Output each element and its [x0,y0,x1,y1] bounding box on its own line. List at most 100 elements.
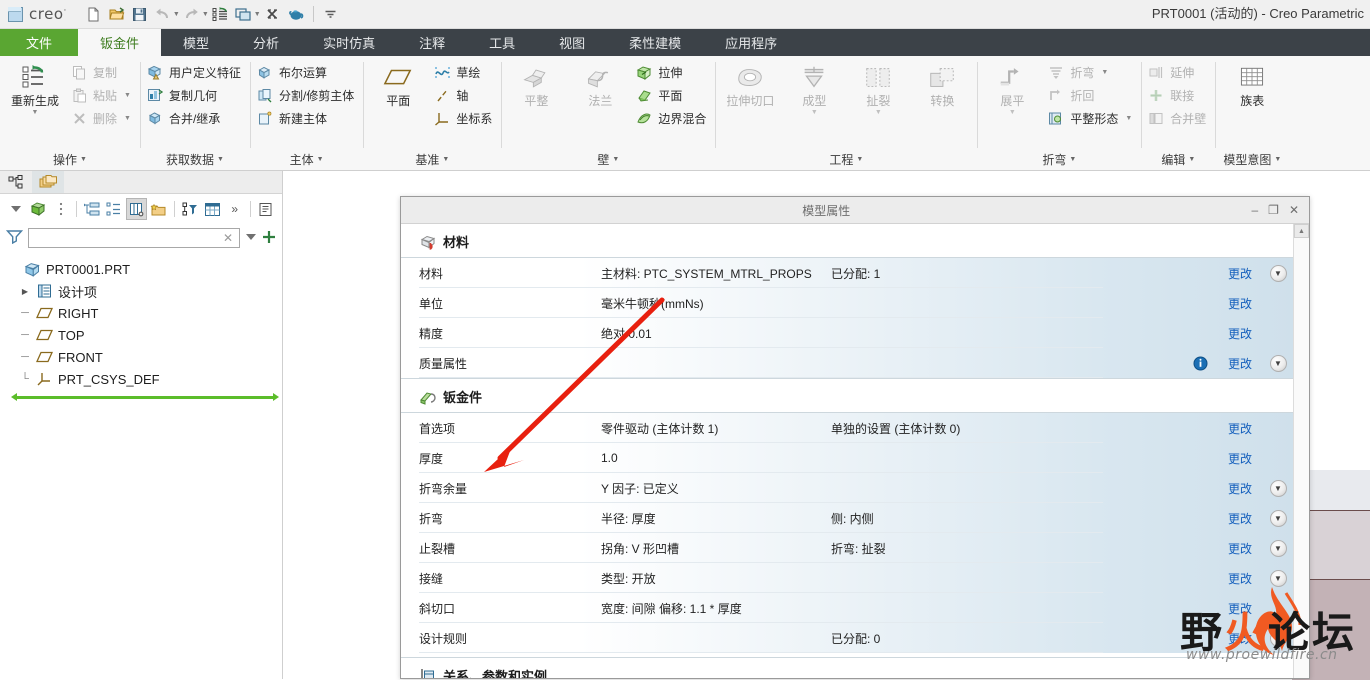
minimize-button[interactable]: – [1251,204,1258,216]
change-link[interactable]: 更改 [1217,480,1263,497]
collapse-tree-icon[interactable] [104,198,124,220]
undo-icon[interactable] [152,3,174,25]
close-window-icon[interactable] [262,3,284,25]
chevron-down-icon[interactable]: ▼ [1274,150,1281,170]
regenerate-dropdown-icon[interactable]: ▼ [32,109,39,116]
change-link[interactable]: 更改 [1217,630,1263,647]
copy-geometry-button[interactable]: 复制几何 [144,85,246,105]
model-tree-tab[interactable] [0,171,32,193]
ribbon-group-operations-label[interactable]: 操作 ▼ [4,150,136,170]
change-link[interactable]: 更改 [1217,540,1263,557]
tree-columns-icon[interactable] [126,198,147,220]
tree-item-design-items[interactable]: ▶ 设计项 [8,280,282,302]
ribbon-group-edit-label[interactable]: 编辑 ▼ [1145,150,1211,170]
show-body-icon[interactable] [28,198,48,220]
expand-row-button[interactable]: ▼ [1263,264,1293,282]
customize-icon[interactable] [320,3,342,25]
tab-sheetmetal[interactable]: 钣金件 [78,29,162,56]
extrude-button[interactable]: 拉伸 [633,62,711,82]
change-link[interactable]: 更改 [1217,510,1263,527]
boolean-button[interactable]: 布尔运算 [254,62,359,82]
ribbon-group-wall-label[interactable]: 壁 ▼ [505,150,711,170]
change-link[interactable]: 更改 [1217,325,1263,342]
datum-plane-button[interactable]: 平面 [367,61,429,108]
tree-item-right[interactable]: ─ RIGHT [8,302,282,324]
csys-button[interactable]: 坐标系 [431,108,497,128]
ribbon-group-engineering-label[interactable]: 工程 ▼ [719,150,973,170]
ribbon-group-bend-label[interactable]: 折弯 ▼ [981,150,1137,170]
chevron-down-icon[interactable]: ▼ [217,150,224,170]
chevron-down-icon[interactable]: ▼ [1188,150,1195,170]
clear-search-icon[interactable]: ✕ [221,231,235,245]
tree-item-csys[interactable]: └ PRT_CSYS_DEF [8,368,282,390]
flat-button[interactable]: 平面 [633,85,711,105]
redo-icon[interactable] [181,3,203,25]
chevron-down-icon[interactable]: ▼ [317,150,324,170]
chevron-down-icon[interactable]: ▼ [1269,509,1287,527]
window-dropdown-icon[interactable]: ▼ [254,11,261,18]
chevron-down-icon[interactable]: ▼ [856,150,863,170]
open-icon[interactable] [106,3,128,25]
tree-more-icon[interactable] [51,198,71,220]
tab-flexible-modeling[interactable]: 柔性建模 [607,29,703,56]
ribbon-group-get-data-label[interactable]: 获取数据 ▼ [144,150,246,170]
chevron-down-icon[interactable]: ▼ [442,150,449,170]
tab-view[interactable]: 视图 [537,29,607,56]
tree-expander[interactable]: ▶ [20,287,30,296]
redo-dropdown-icon[interactable]: ▼ [202,11,209,18]
change-link[interactable]: 更改 [1217,355,1263,372]
tab-applications[interactable]: 应用程序 [703,29,799,56]
chevron-down-icon[interactable]: ▼ [1269,479,1287,497]
insert-here-bar[interactable] [11,393,279,401]
axis-button[interactable]: 轴 [431,85,497,105]
ribbon-group-body-label[interactable]: 主体 ▼ [254,150,359,170]
scroll-up-button[interactable]: ▲ [1294,224,1309,238]
close-button[interactable]: ✕ [1289,204,1299,216]
window-icon[interactable] [233,3,255,25]
change-link[interactable]: 更改 [1217,570,1263,587]
chevron-down-icon[interactable]: ▼ [1269,264,1287,282]
udf-button[interactable]: 用户定义特征 [144,62,246,82]
change-link[interactable]: 更改 [1217,600,1263,617]
dialog-scrollbar[interactable]: ▲ [1293,224,1309,678]
folder-browser-tab[interactable] [32,171,64,193]
tree-item-front[interactable]: ─ FRONT [8,346,282,368]
tab-model[interactable]: 模型 [161,29,231,56]
merge-inherit-button[interactable]: 合并/继承 [144,108,246,128]
chevron-down-icon[interactable]: ▼ [1269,569,1287,587]
chevron-down-icon[interactable]: ▼ [80,150,87,170]
teapot-icon[interactable] [285,3,307,25]
expand-row-button[interactable]: ▼ [1263,629,1293,647]
expand-row-button[interactable]: ▼ [1263,569,1293,587]
change-link[interactable]: 更改 [1217,450,1263,467]
tab-annotate[interactable]: 注释 [397,29,467,56]
tree-layout-icon[interactable] [202,198,222,220]
tab-analysis[interactable]: 分析 [231,29,301,56]
maximize-button[interactable]: ❐ [1268,204,1279,216]
boundary-blend-button[interactable]: 边界混合 [633,108,711,128]
sketch-button[interactable]: 草绘 [431,62,497,82]
chevron-down-icon[interactable]: ▼ [1269,629,1287,647]
sort-filter-icon[interactable] [180,198,200,220]
chevron-down-icon[interactable]: ▼ [612,150,619,170]
new-body-button[interactable]: 新建主体 [254,108,359,128]
expand-row-button[interactable]: ▼ [1263,354,1293,372]
expand-row-button[interactable]: ▼ [1263,479,1293,497]
expand-row-button[interactable]: ▼ [1263,539,1293,557]
notes-icon[interactable] [256,198,276,220]
tab-tools[interactable]: 工具 [467,29,537,56]
double-chevron-icon[interactable]: » [225,198,245,220]
info-icon[interactable] [1183,356,1217,371]
expand-row-button[interactable]: ▼ [1263,509,1293,527]
undo-dropdown-icon[interactable]: ▼ [173,11,180,18]
change-link[interactable]: 更改 [1217,420,1263,437]
folder-star-icon[interactable] [149,198,169,220]
save-icon[interactable] [129,3,151,25]
chevron-down-icon[interactable]: ▼ [1069,150,1076,170]
ribbon-group-datum-label[interactable]: 基准 ▼ [367,150,497,170]
family-table-button[interactable]: 族表 [1219,61,1285,108]
tab-realtime-sim[interactable]: 实时仿真 [301,29,397,56]
flat-state-button[interactable]: 平整形态 ▼ [1045,108,1137,128]
new-icon[interactable] [83,3,105,25]
chevron-down-icon[interactable]: ▼ [1269,354,1287,372]
